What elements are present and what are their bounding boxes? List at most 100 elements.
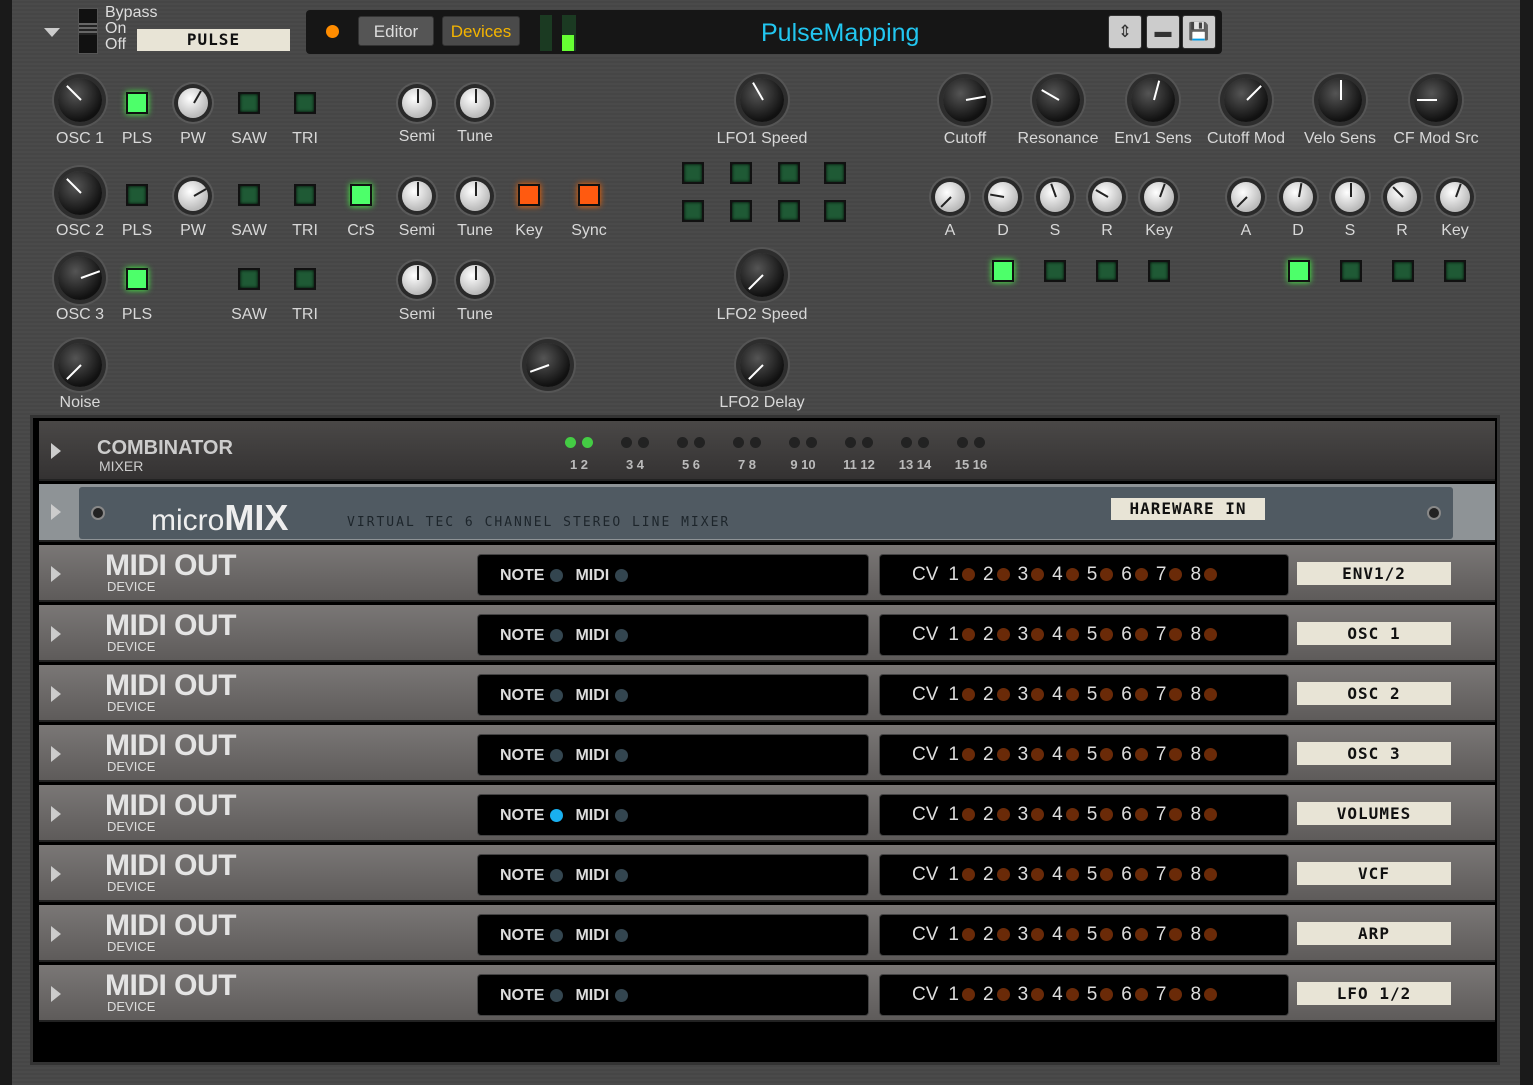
button-pls[interactable] (126, 268, 148, 290)
button-tri[interactable] (294, 92, 316, 114)
knob-r[interactable] (1092, 182, 1122, 212)
button-key[interactable] (518, 184, 540, 206)
expand-icon[interactable] (51, 566, 61, 582)
knob-tune[interactable] (460, 265, 490, 295)
button-sync[interactable] (578, 184, 600, 206)
button-saw[interactable] (238, 268, 260, 290)
expand-icon[interactable] (51, 746, 61, 762)
knob-unlabeled[interactable] (526, 343, 570, 387)
knob-label: Velo Sens (1303, 130, 1377, 147)
knob-pw[interactable] (178, 88, 208, 118)
cv-led (1065, 628, 1079, 642)
knob-key[interactable] (1440, 182, 1470, 212)
knob-osc-1[interactable] (58, 78, 102, 122)
device-tape-label[interactable]: VOLUMES (1297, 802, 1451, 825)
knob-semi[interactable] (402, 265, 432, 295)
micromix-tape[interactable]: HAREWARE IN (1111, 498, 1265, 520)
knob-tune[interactable] (460, 88, 490, 118)
button-pls[interactable] (126, 184, 148, 206)
knob-pw[interactable] (178, 181, 208, 211)
knob-tune[interactable] (460, 181, 490, 211)
button-toggle[interactable] (1096, 260, 1118, 282)
button-toggle[interactable] (992, 260, 1014, 282)
knob-semi[interactable] (402, 181, 432, 211)
button-crs[interactable] (350, 184, 372, 206)
knob-d[interactable] (988, 182, 1018, 212)
knob-osc-2[interactable] (58, 171, 102, 215)
note-led (550, 989, 564, 1003)
knob-env1-sens[interactable] (1131, 78, 1175, 122)
knob-a[interactable] (935, 182, 965, 212)
editor-button[interactable]: Editor (358, 16, 434, 46)
expand-icon[interactable] (51, 686, 61, 702)
knob-s[interactable] (1040, 182, 1070, 212)
knob-label: S (1049, 222, 1061, 239)
button-toggle[interactable] (824, 200, 846, 222)
knob-cf-mod-src[interactable] (1414, 78, 1458, 122)
knob-osc-3[interactable] (58, 256, 102, 300)
button-toggle[interactable] (1340, 260, 1362, 282)
folder-icon[interactable]: ▬ (1146, 15, 1180, 49)
expand-icon[interactable] (51, 866, 61, 882)
expand-icon[interactable] (51, 443, 61, 459)
save-icon[interactable]: 💾 (1182, 15, 1216, 49)
device-tape-label[interactable]: OSC 2 (1297, 682, 1451, 705)
button-toggle[interactable] (1148, 260, 1170, 282)
button-toggle[interactable] (1392, 260, 1414, 282)
device-tape-label[interactable]: VCF (1297, 862, 1451, 885)
button-toggle[interactable] (730, 162, 752, 184)
device-rack: COMBINATOR MIXER 1 2 3 4 5 6 7 8 9 10 11 12 13… (30, 415, 1500, 1065)
knob-lfo2-delay[interactable] (740, 343, 784, 387)
button-tri[interactable] (294, 184, 316, 206)
knob-label: Key (1441, 222, 1469, 239)
device-tape-label[interactable]: OSC 3 (1297, 742, 1451, 765)
device-tape-label[interactable]: OSC 1 (1297, 622, 1451, 645)
knob-a[interactable] (1231, 182, 1261, 212)
button-toggle[interactable] (682, 162, 704, 184)
knob-resonance[interactable] (1036, 78, 1080, 122)
bypass-switch[interactable] (78, 8, 98, 54)
collapse-icon[interactable] (44, 28, 60, 37)
knob-velo-sens[interactable] (1318, 78, 1362, 122)
knob-cutoff-mod[interactable] (1224, 78, 1268, 122)
button-pls[interactable] (126, 92, 148, 114)
devices-button[interactable]: Devices (442, 16, 520, 46)
button-label: CrS (347, 222, 375, 239)
expand-icon[interactable] (51, 504, 61, 520)
button-toggle[interactable] (730, 200, 752, 222)
button-label: Key (515, 222, 543, 239)
device-title: MIDI OUT (105, 669, 237, 702)
button-toggle[interactable] (1044, 260, 1066, 282)
button-tri[interactable] (294, 268, 316, 290)
device-tape-label[interactable]: ENV1/2 (1297, 562, 1451, 585)
expand-icon[interactable] (51, 926, 61, 942)
knob-key[interactable] (1144, 182, 1174, 212)
device-tape-label[interactable]: LFO 1/2 (1297, 982, 1451, 1005)
knob-noise[interactable] (58, 343, 102, 387)
patch-name-tape[interactable]: PULSE (137, 29, 290, 51)
midi-out-row: MIDI OUT DEVICE NOTE MIDI CV 1 2 3 4 5 6 7 8 OSC … (39, 725, 1495, 782)
button-toggle[interactable] (778, 200, 800, 222)
button-toggle[interactable] (824, 162, 846, 184)
knob-lfo1-speed[interactable] (740, 78, 784, 122)
button-toggle[interactable] (1444, 260, 1466, 282)
expand-icon[interactable] (51, 626, 61, 642)
button-saw[interactable] (238, 184, 260, 206)
knob-label: Noise (59, 394, 101, 411)
knob-s[interactable] (1335, 182, 1365, 212)
knob-d[interactable] (1283, 182, 1313, 212)
expand-icon[interactable] (51, 986, 61, 1002)
expand-icon[interactable] (51, 806, 61, 822)
button-label: TRI (292, 222, 318, 239)
button-toggle[interactable] (682, 200, 704, 222)
knob-semi[interactable] (402, 88, 432, 118)
knob-cutoff[interactable] (943, 78, 987, 122)
knob-lfo2-speed[interactable] (740, 253, 784, 297)
button-saw[interactable] (238, 92, 260, 114)
button-toggle[interactable] (1288, 260, 1310, 282)
knob-r[interactable] (1387, 182, 1417, 212)
cv-led (1204, 688, 1218, 702)
button-toggle[interactable] (778, 162, 800, 184)
device-tape-label[interactable]: ARP (1297, 922, 1451, 945)
patch-browse-arrows-icon[interactable]: ⇕ (1108, 15, 1142, 49)
